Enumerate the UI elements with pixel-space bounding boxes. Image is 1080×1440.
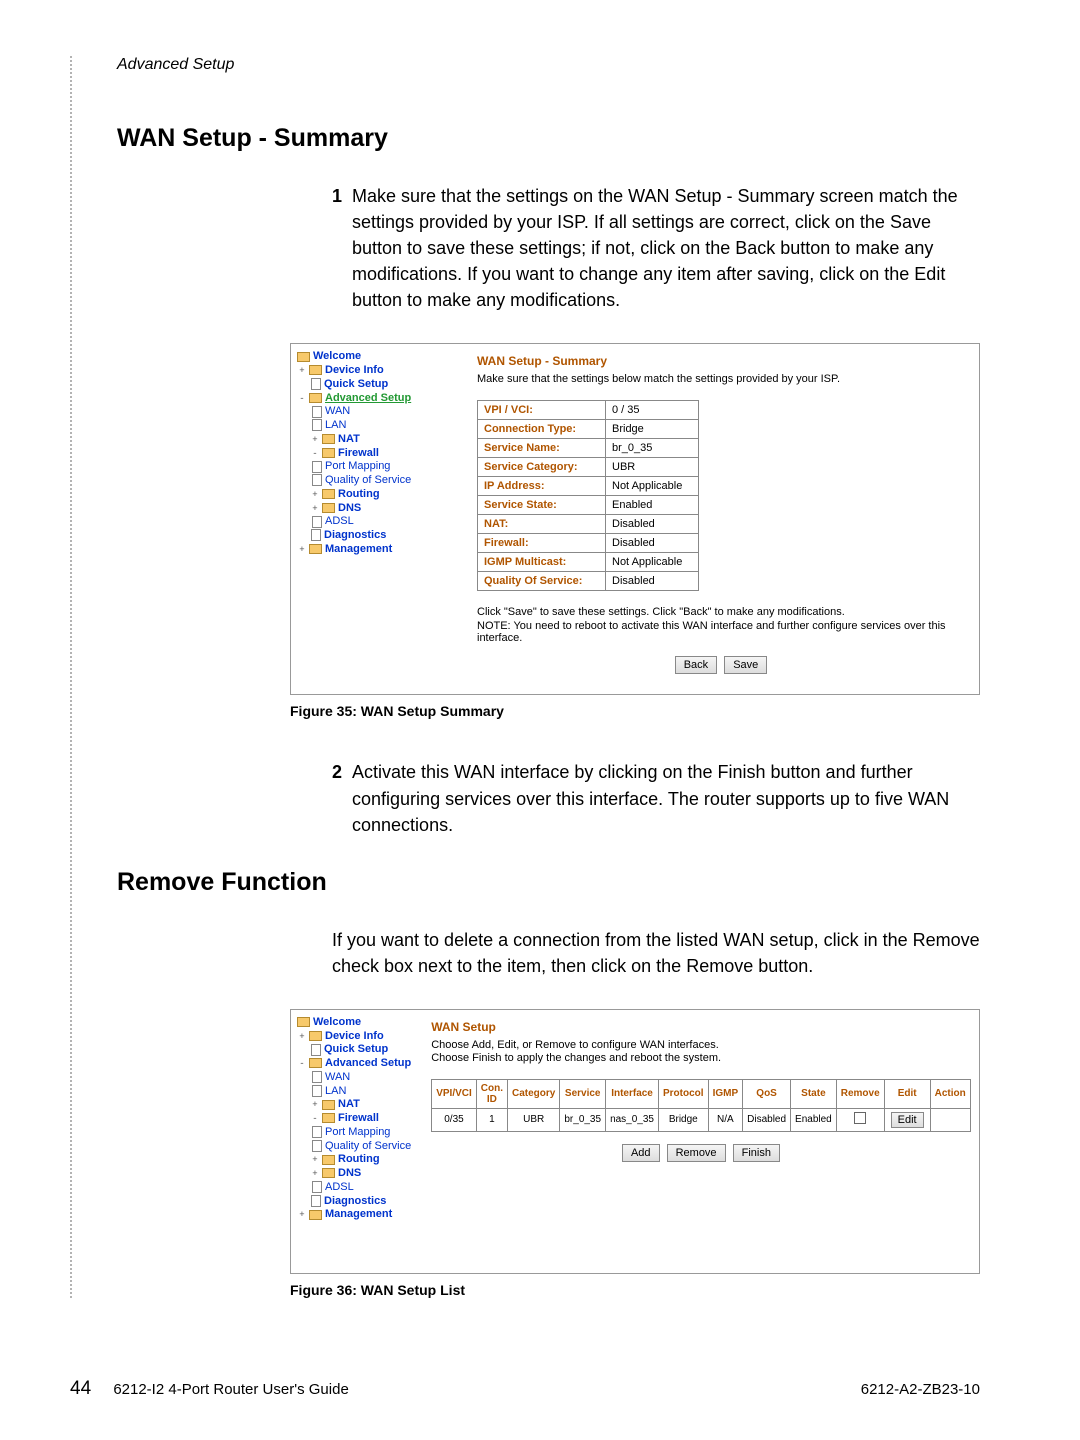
wan-table: VPI/VCICon. IDCategory ServiceInterfaceP… bbox=[431, 1079, 971, 1132]
tree-nat[interactable]: NAT bbox=[338, 433, 360, 445]
finish-button[interactable]: Finish bbox=[733, 1144, 780, 1162]
fig36-desc1: Choose Add, Edit, or Remove to configure… bbox=[431, 1039, 971, 1051]
tree-welcome2[interactable]: Welcome bbox=[313, 1016, 361, 1028]
remove-checkbox[interactable] bbox=[854, 1112, 866, 1124]
section2-title: Remove Function bbox=[117, 868, 980, 897]
tree-diagnostics[interactable]: Diagnostics bbox=[324, 529, 386, 541]
add-button[interactable]: Add bbox=[622, 1144, 660, 1162]
tree-quick-setup2[interactable]: Quick Setup bbox=[324, 1043, 388, 1055]
fig35-note1: Click "Save" to save these settings. Cli… bbox=[477, 606, 965, 618]
figure-35: Welcome +Device Info Quick Setup -Advanc… bbox=[290, 343, 980, 695]
tree-wan2[interactable]: WAN bbox=[325, 1071, 350, 1083]
tree-wan[interactable]: WAN bbox=[325, 405, 350, 417]
tree-quick-setup[interactable]: Quick Setup bbox=[324, 378, 388, 390]
step2-text: Activate this WAN interface by clicking … bbox=[352, 759, 980, 837]
tree-firewall[interactable]: Firewall bbox=[338, 447, 379, 459]
tree-adsl[interactable]: ADSL bbox=[325, 515, 354, 527]
footer-docnum: 6212-A2-ZB23-10 bbox=[861, 1381, 980, 1398]
fig36-title: WAN Setup bbox=[431, 1020, 971, 1034]
tree-dns[interactable]: DNS bbox=[338, 502, 361, 514]
tree-port-mapping[interactable]: Port Mapping bbox=[325, 460, 390, 472]
tree-qos[interactable]: Quality of Service bbox=[325, 474, 411, 486]
tree-adsl2[interactable]: ADSL bbox=[325, 1181, 354, 1193]
page-number: 44 bbox=[70, 1378, 91, 1399]
figure-36: Welcome +Device Info Quick Setup -Advanc… bbox=[290, 1009, 980, 1274]
table-row: 0/35 1 UBR br_0_35 nas_0_35 Bridge N/A D… bbox=[432, 1108, 971, 1131]
tree-lan[interactable]: LAN bbox=[325, 419, 346, 431]
summary-table: VPI / VCI:0 / 35 Connection Type:Bridge … bbox=[477, 400, 699, 591]
fig36-desc2: Choose Finish to apply the changes and r… bbox=[431, 1052, 971, 1064]
tree-port-mapping2[interactable]: Port Mapping bbox=[325, 1126, 390, 1138]
tree-advanced-setup[interactable]: Advanced Setup bbox=[325, 392, 411, 404]
tree-device-info[interactable]: Device Info bbox=[325, 364, 384, 376]
figure36-caption: Figure 36: WAN Setup List bbox=[290, 1282, 980, 1298]
step1-text: Make sure that the settings on the WAN S… bbox=[352, 183, 980, 313]
section1-title: WAN Setup - Summary bbox=[117, 124, 980, 153]
figure35-caption: Figure 35: WAN Setup Summary bbox=[290, 703, 980, 719]
tree-lan2[interactable]: LAN bbox=[325, 1085, 346, 1097]
step1-num: 1 bbox=[332, 183, 352, 313]
tree-management[interactable]: Management bbox=[325, 543, 392, 555]
tree-welcome[interactable]: Welcome bbox=[313, 350, 361, 362]
tree-diagnostics2[interactable]: Diagnostics bbox=[324, 1195, 386, 1207]
tree-routing2[interactable]: Routing bbox=[338, 1153, 380, 1165]
nav-tree-35: Welcome +Device Info Quick Setup -Advanc… bbox=[291, 344, 463, 694]
tree-routing[interactable]: Routing bbox=[338, 488, 380, 500]
edit-button[interactable]: Edit bbox=[891, 1112, 924, 1128]
remove-button[interactable]: Remove bbox=[667, 1144, 726, 1162]
back-button[interactable]: Back bbox=[675, 656, 717, 674]
fig35-desc: Make sure that the settings below match … bbox=[477, 373, 965, 385]
fig35-title: WAN Setup - Summary bbox=[477, 354, 965, 368]
tree-management2[interactable]: Management bbox=[325, 1208, 392, 1220]
nav-tree-36: Welcome +Device Info Quick Setup -Advanc… bbox=[291, 1010, 417, 1228]
tree-device-info2[interactable]: Device Info bbox=[325, 1030, 384, 1042]
step2-num: 2 bbox=[332, 759, 352, 837]
tree-qos2[interactable]: Quality of Service bbox=[325, 1140, 411, 1152]
tree-advanced-setup2[interactable]: Advanced Setup bbox=[325, 1057, 411, 1069]
header-section: Advanced Setup bbox=[117, 56, 980, 74]
section2-text: If you want to delete a connection from … bbox=[332, 927, 980, 979]
tree-nat2[interactable]: NAT bbox=[338, 1098, 360, 1110]
footer-guide: 6212-I2 4-Port Router User's Guide bbox=[113, 1381, 348, 1398]
tree-firewall2[interactable]: Firewall bbox=[338, 1112, 379, 1124]
tree-dns2[interactable]: DNS bbox=[338, 1167, 361, 1179]
save-button[interactable]: Save bbox=[724, 656, 767, 674]
fig35-note2: NOTE: You need to reboot to activate thi… bbox=[477, 620, 965, 644]
